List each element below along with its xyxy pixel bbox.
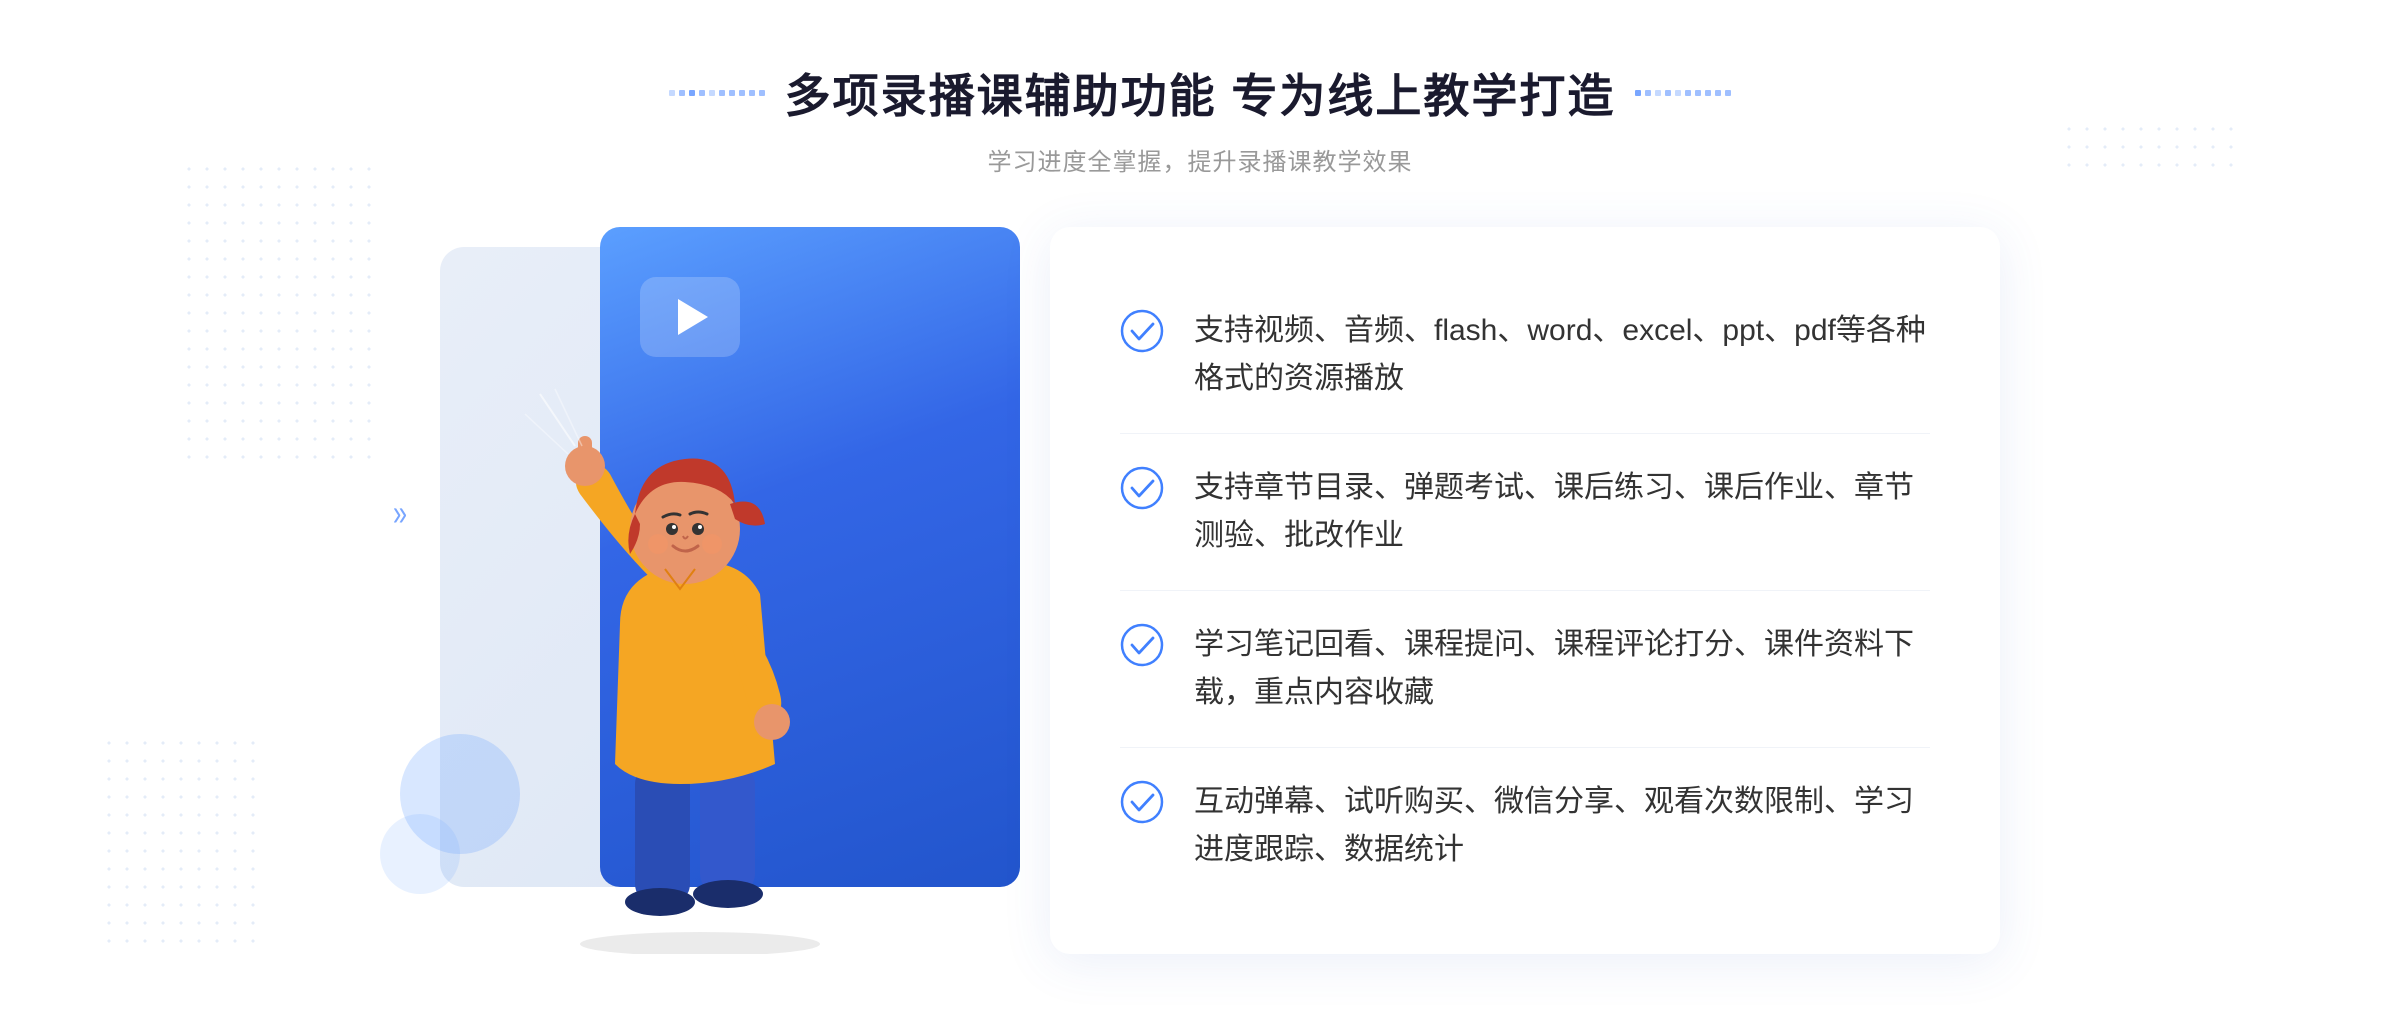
check-icon-2 (1120, 466, 1164, 510)
feature-item-2: 支持章节目录、弹题考试、课后练习、课后作业、章节测验、批改作业 (1120, 434, 1930, 591)
main-title: 多项录播课辅助功能 专为线上教学打造 (785, 60, 1616, 126)
play-bubble (640, 277, 740, 357)
feature-text-2: 支持章节目录、弹题考试、课后练习、课后作业、章节测验、批改作业 (1194, 464, 1930, 560)
illustration-area: » (400, 227, 1020, 954)
deco-circle-2 (380, 814, 460, 894)
features-panel: 支持视频、音频、flash、word、excel、ppt、pdf等各种格式的资源… (1050, 227, 2000, 954)
figure-container (480, 374, 900, 954)
title-decoration-right (1635, 90, 1731, 96)
check-icon-1 (1120, 309, 1164, 353)
chevron-decoration: » (393, 492, 407, 534)
feature-item-3: 学习笔记回看、课程提问、课程评论打分、课件资料下载，重点内容收藏 (1120, 591, 1930, 748)
figure-svg (480, 374, 900, 954)
page-header: 多项录播课辅助功能 专为线上教学打造 学习进度全掌握，提升录播课教学效果 (669, 60, 1732, 177)
title-row: 多项录播课辅助功能 专为线上教学打造 (669, 60, 1732, 126)
sub-title: 学习进度全掌握，提升录播课教学效果 (669, 142, 1732, 177)
feature-item-4: 互动弹幕、试听购买、微信分享、观看次数限制、学习进度跟踪、数据统计 (1120, 748, 1930, 904)
page-container: 多项录播课辅助功能 专为线上教学打造 学习进度全掌握，提升录播课教学效果 » (0, 0, 2400, 1034)
title-decoration-left (669, 90, 765, 96)
dot-pattern-decoration (100, 734, 260, 954)
check-icon-4 (1120, 780, 1164, 824)
content-area: » (400, 227, 2000, 954)
feature-text-3: 学习笔记回看、课程提问、课程评论打分、课件资料下载，重点内容收藏 (1194, 621, 1930, 717)
feature-text-1: 支持视频、音频、flash、word、excel、ppt、pdf等各种格式的资源… (1194, 307, 1930, 403)
feature-item-1: 支持视频、音频、flash、word、excel、ppt、pdf等各种格式的资源… (1120, 277, 1930, 434)
check-icon-3 (1120, 623, 1164, 667)
feature-text-4: 互动弹幕、试听购买、微信分享、观看次数限制、学习进度跟踪、数据统计 (1194, 778, 1930, 874)
